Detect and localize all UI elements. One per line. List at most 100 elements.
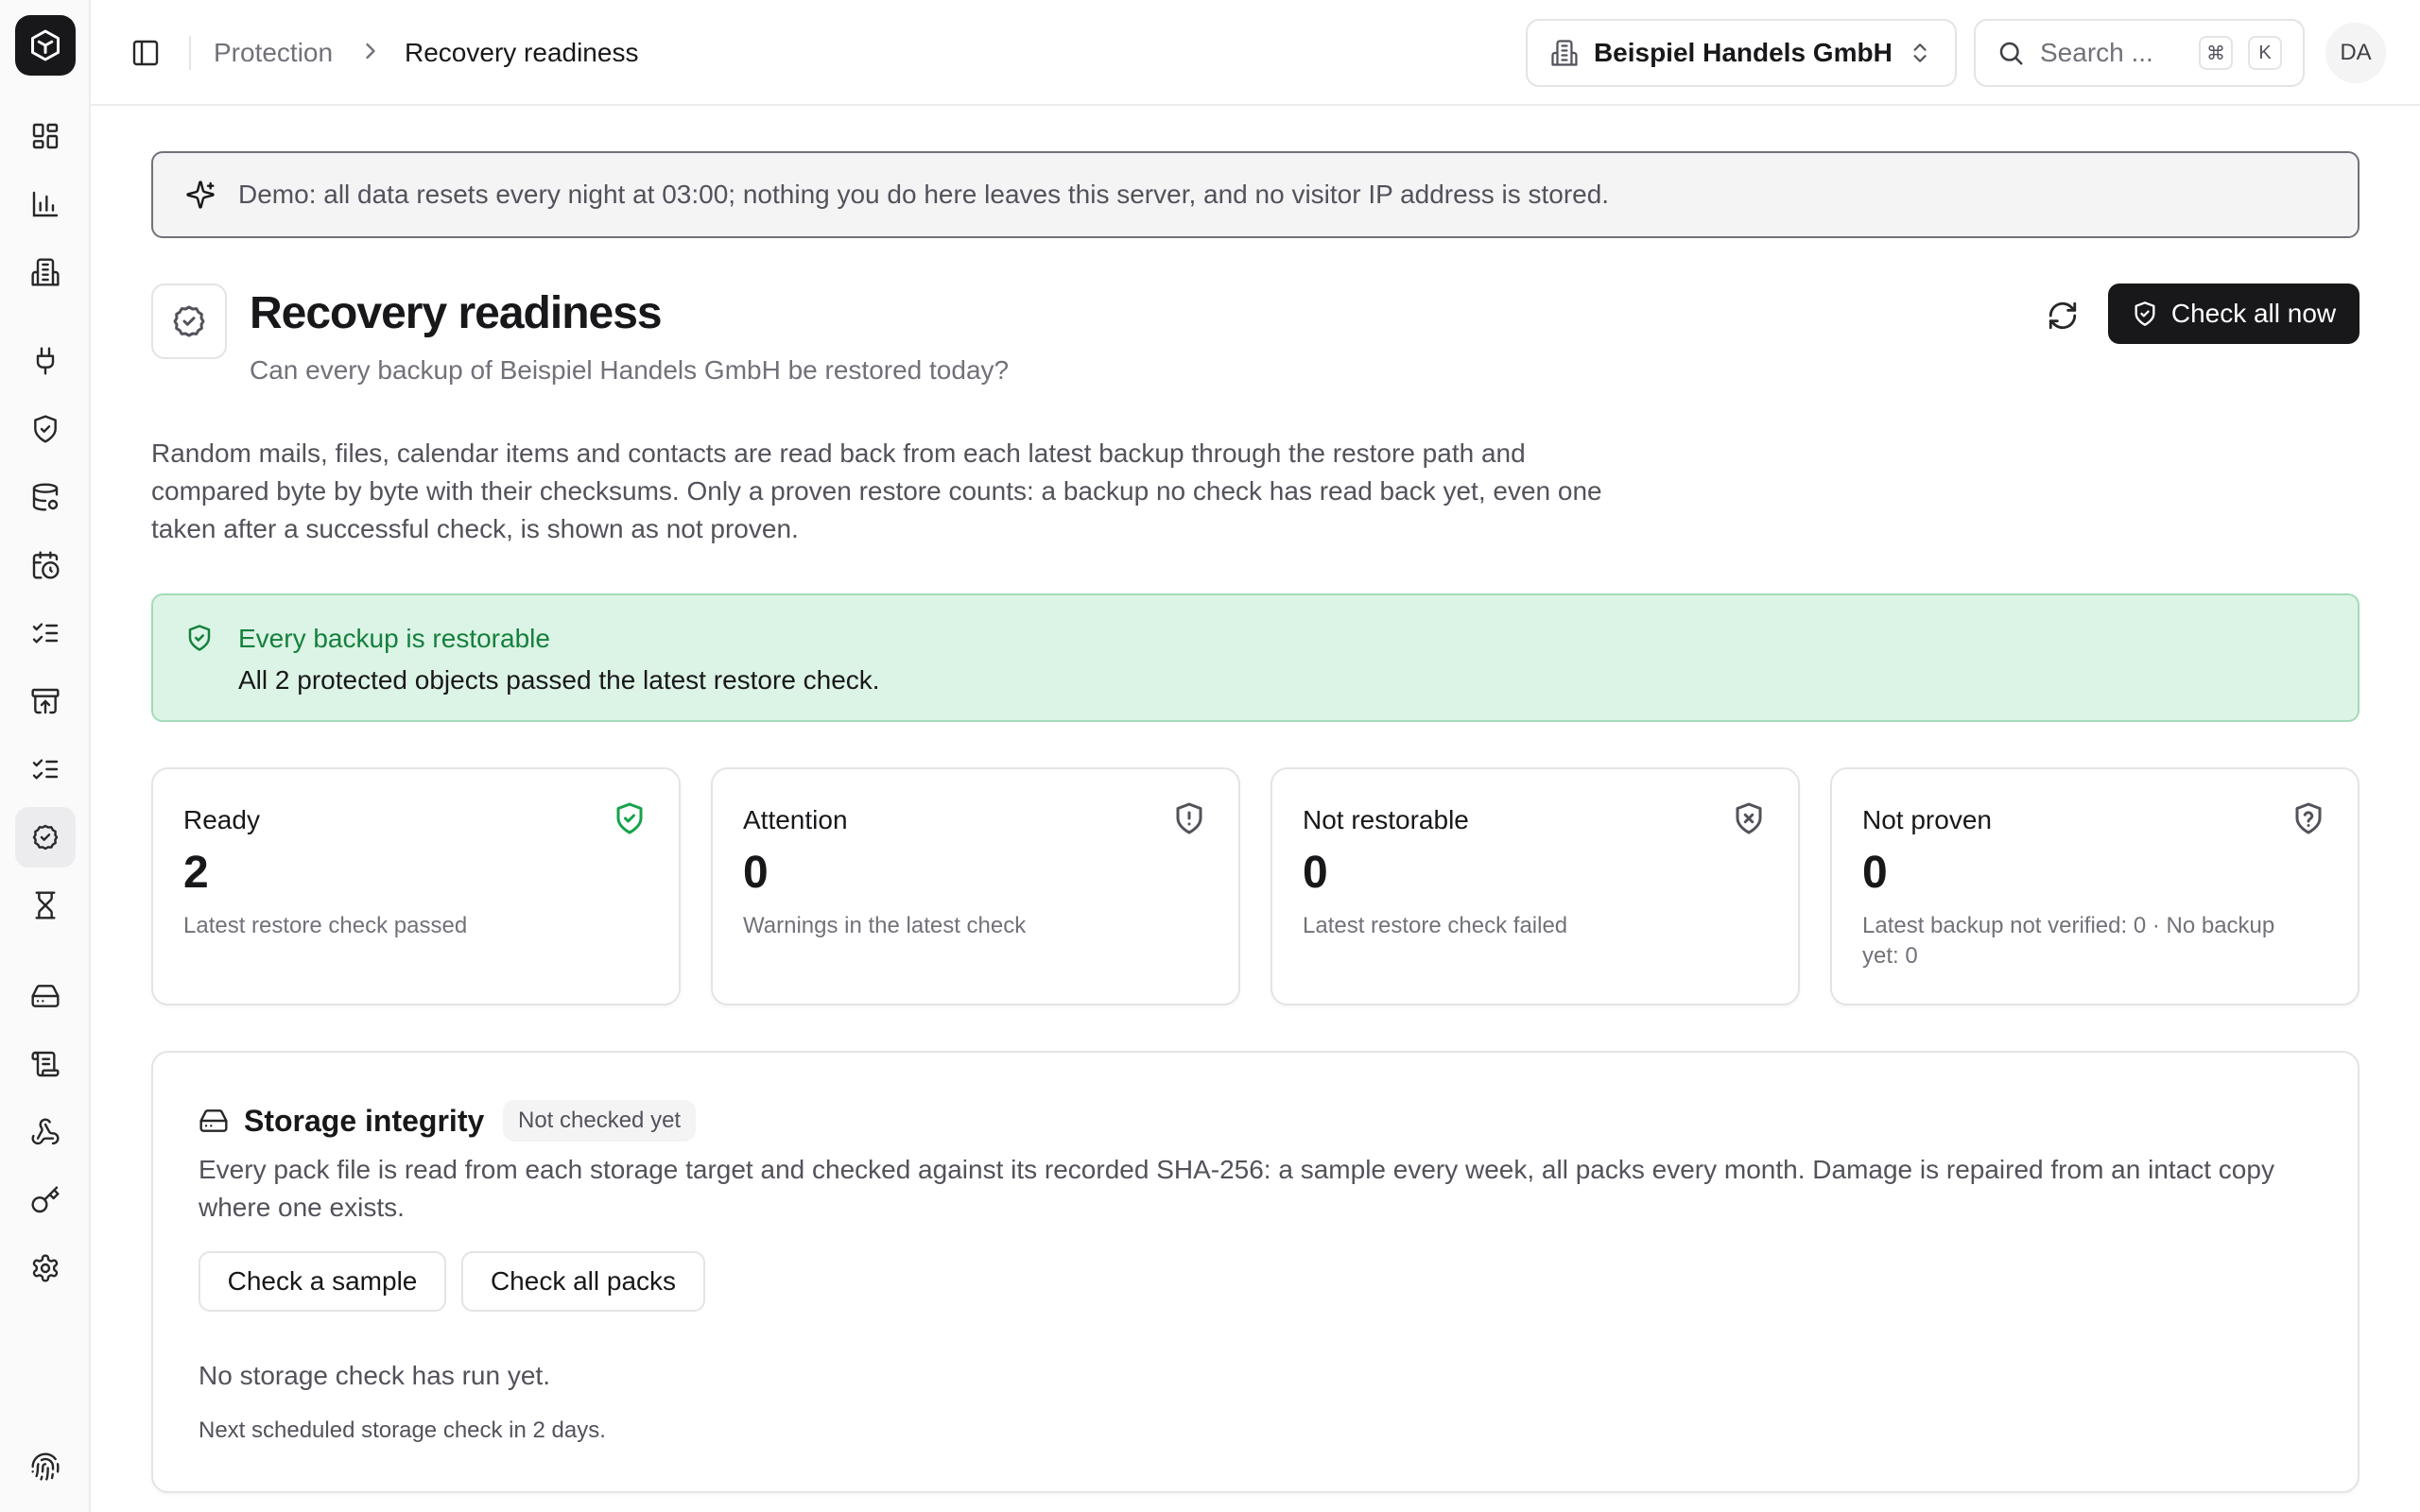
topbar: Protection Recovery readiness Beispiel H… bbox=[91, 0, 2420, 106]
shortcut-key-cmd: ⌘ bbox=[2199, 36, 2233, 70]
shield-check-icon bbox=[185, 624, 214, 652]
stat-card-not-restorable: Not restorable 0 Latest restore check fa… bbox=[1270, 767, 1800, 1005]
fingerprint-icon bbox=[31, 1452, 60, 1481]
sidebar-item-organizations[interactable] bbox=[15, 242, 76, 302]
building-icon bbox=[1551, 40, 1578, 66]
search-input[interactable]: Search ... ⌘ K bbox=[1974, 19, 2305, 87]
bar-chart-icon bbox=[32, 191, 59, 217]
tenant-switcher[interactable]: Beispiel Handels GmbH bbox=[1526, 19, 1957, 87]
key-icon bbox=[31, 1186, 60, 1213]
check-all-packs-button[interactable]: Check all packs bbox=[461, 1251, 705, 1312]
hourglass-icon bbox=[35, 891, 56, 919]
stat-label: Not proven bbox=[1862, 805, 1992, 834]
status-alert: Every backup is restorable All 2 protect… bbox=[151, 593, 2360, 722]
shield-check-icon bbox=[2135, 301, 2155, 326]
search-icon bbox=[1999, 42, 2023, 65]
breadcrumb-protection[interactable]: Protection bbox=[214, 36, 333, 70]
demo-banner: Demo: all data resets every night at 03:… bbox=[151, 151, 2360, 238]
scroll-icon bbox=[31, 1051, 60, 1077]
sidebar-item-schedules[interactable] bbox=[15, 535, 76, 595]
shield-check-icon bbox=[34, 415, 57, 443]
hard-drive-icon bbox=[31, 985, 60, 1007]
storage-integrity-title: Storage integrity bbox=[244, 1104, 485, 1138]
webhook-icon bbox=[31, 1118, 60, 1145]
panel-left-icon bbox=[132, 40, 159, 66]
sidebar-item-security[interactable] bbox=[15, 1436, 76, 1497]
chevron-right-icon bbox=[357, 38, 384, 64]
refresh-icon bbox=[2048, 301, 2077, 330]
sidebar-item-recovery-readiness[interactable] bbox=[15, 807, 76, 868]
shortcut-key-k: K bbox=[2248, 36, 2282, 70]
sidebar-item-connections[interactable] bbox=[15, 331, 76, 391]
sidebar-item-dashboard[interactable] bbox=[15, 106, 76, 166]
stat-value: 0 bbox=[1303, 848, 1328, 898]
sparkles-icon bbox=[186, 180, 215, 209]
hexagon-logo-icon[interactable] bbox=[15, 15, 76, 76]
sidebar-item-reports[interactable] bbox=[15, 174, 76, 234]
archive-restore-icon bbox=[31, 688, 60, 714]
check-sample-button[interactable]: Check a sample bbox=[199, 1251, 446, 1312]
breadcrumb-current: Recovery readiness bbox=[405, 38, 639, 67]
sidebar-item-jobs[interactable] bbox=[15, 603, 76, 663]
next-storage-check: Next scheduled storage check in 2 days. bbox=[199, 1418, 606, 1443]
sidebar bbox=[0, 0, 91, 1512]
stat-value: 2 bbox=[183, 848, 209, 898]
storage-check-status: No storage check has run yet. bbox=[199, 1361, 550, 1390]
stat-label: Not restorable bbox=[1303, 805, 1469, 834]
demo-banner-text: Demo: all data resets every night at 03:… bbox=[238, 180, 1610, 209]
stat-label: Ready bbox=[183, 805, 260, 834]
building-icon bbox=[31, 258, 60, 286]
shield-question-icon bbox=[2290, 799, 2327, 837]
calendar-clock-icon bbox=[32, 551, 60, 579]
sidebar-item-webhooks[interactable] bbox=[15, 1102, 76, 1162]
plug-icon bbox=[36, 347, 55, 375]
tenant-name: Beispiel Handels GmbH bbox=[1593, 38, 1893, 67]
shield-check-icon bbox=[611, 799, 648, 837]
check-all-now-label: Check all now bbox=[2170, 299, 2337, 328]
badge-check-icon bbox=[151, 284, 227, 359]
refresh-button[interactable] bbox=[2040, 293, 2085, 338]
stat-description: Latest restore check passed bbox=[183, 913, 468, 938]
stat-value: 0 bbox=[743, 848, 769, 898]
badge-check-icon bbox=[32, 824, 59, 850]
page-description: Random mails, files, calendar items and … bbox=[151, 438, 1602, 543]
stat-card-not-proven: Not proven 0 Latest backup not verified:… bbox=[1830, 767, 2360, 1005]
stat-label: Attention bbox=[743, 805, 848, 834]
shield-x-icon bbox=[1730, 799, 1768, 837]
check-all-now-button[interactable]: Check all now bbox=[2108, 284, 2360, 344]
sidebar-item-storage[interactable] bbox=[15, 966, 76, 1026]
page-subtitle: Can every backup of Beispiel Handels Gmb… bbox=[250, 355, 1010, 385]
settings-icon bbox=[32, 1254, 59, 1282]
status-badge: Not checked yet bbox=[503, 1100, 697, 1142]
sidebar-item-retention[interactable] bbox=[15, 875, 76, 936]
status-alert-title: Every backup is restorable bbox=[238, 624, 550, 653]
search-placeholder: Search ... bbox=[2040, 38, 2153, 67]
sidebar-item-settings[interactable] bbox=[15, 1238, 76, 1298]
stat-description: Latest restore check failed bbox=[1303, 913, 1568, 938]
list-checks-icon bbox=[32, 759, 59, 780]
database-icon bbox=[32, 483, 59, 511]
shield-alert-icon bbox=[1170, 799, 1208, 837]
storage-integrity-card: Storage integrity Not checked yet Every … bbox=[151, 1051, 2360, 1493]
stat-description: Latest backup not verified: 0 · No backu… bbox=[1862, 913, 2275, 969]
stat-value: 0 bbox=[1862, 848, 1888, 898]
sidebar-item-audit-log[interactable] bbox=[15, 1034, 76, 1094]
dashboard-icon bbox=[32, 123, 59, 149]
sidebar-toggle-button[interactable] bbox=[127, 34, 164, 72]
page-title: Recovery readiness bbox=[250, 288, 663, 338]
sidebar-item-restore[interactable] bbox=[15, 671, 76, 731]
storage-integrity-description: Every pack file is read from each storag… bbox=[199, 1155, 2274, 1222]
avatar[interactable]: DA bbox=[2325, 23, 2386, 83]
stat-card-attention: Attention 0 Warnings in the latest check bbox=[711, 767, 1240, 1005]
sidebar-item-protection[interactable] bbox=[15, 399, 76, 459]
sidebar-item-api-keys[interactable] bbox=[15, 1170, 76, 1230]
sidebar-item-tasks[interactable] bbox=[15, 739, 76, 799]
divider bbox=[189, 36, 191, 70]
status-alert-body: All 2 protected objects passed the lates… bbox=[238, 665, 880, 695]
stat-card-ready: Ready 2 Latest restore check passed bbox=[151, 767, 681, 1005]
chevrons-up-down-icon bbox=[1913, 43, 1927, 62]
hard-drive-icon bbox=[199, 1106, 229, 1136]
list-checks-icon bbox=[32, 623, 59, 644]
stat-description: Warnings in the latest check bbox=[743, 913, 1027, 938]
sidebar-item-backups[interactable] bbox=[15, 467, 76, 527]
